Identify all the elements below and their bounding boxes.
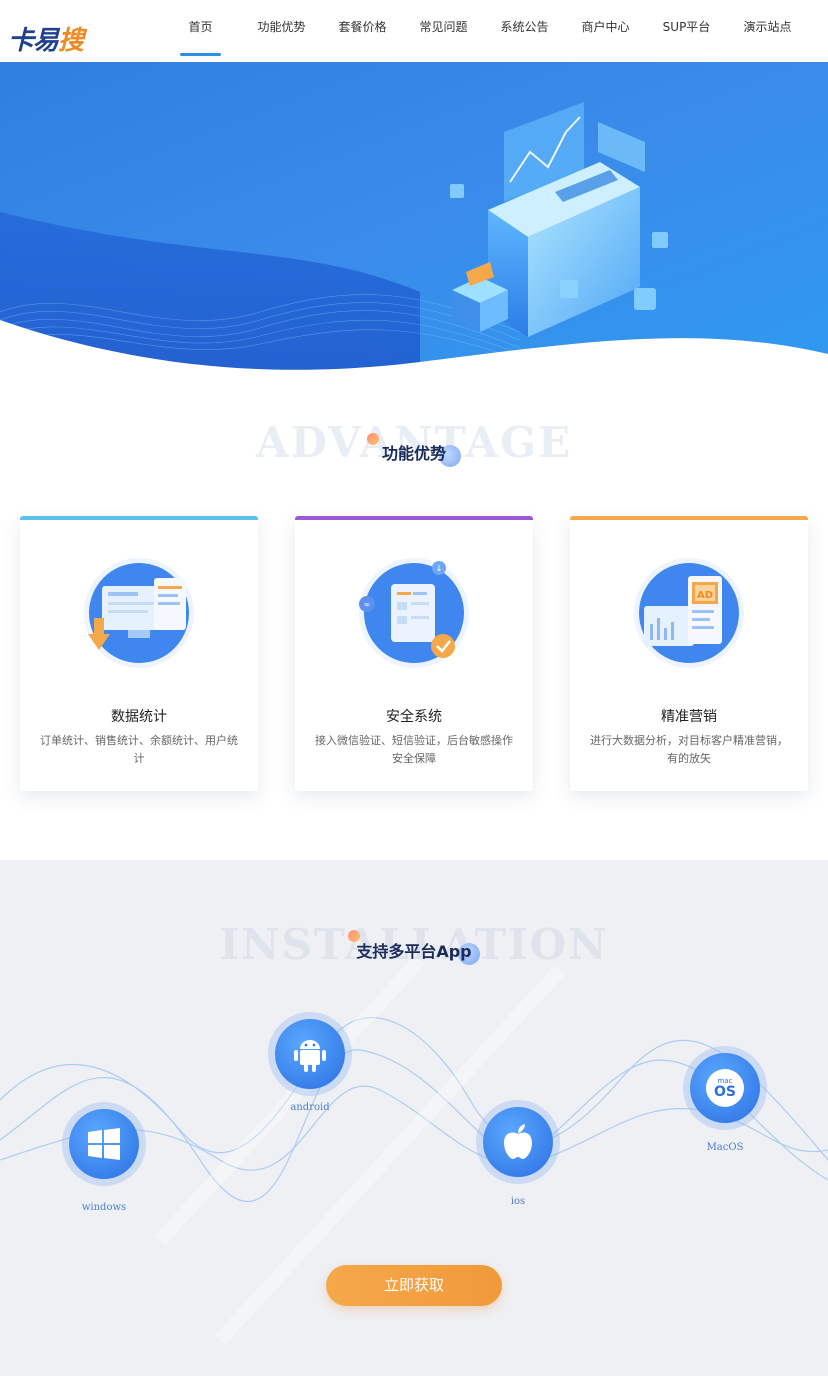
platform-android[interactable]: android [268,1012,352,1113]
nav-home[interactable]: 首页 [160,0,241,56]
apple-icon [483,1107,553,1177]
nav-announcements[interactable]: 系统公告 [484,0,565,56]
nav-faq[interactable]: 常见问题 [403,0,484,56]
brand-logo[interactable]: 卡易搜 [8,20,84,56]
advantage-section-title: 功能优势 [381,444,446,463]
platform-macos-ring: mac OS [683,1046,767,1130]
svg-text:∞: ∞ [364,600,371,609]
windows-icon [69,1109,139,1179]
platform-label: ios [510,1196,526,1207]
main-menu: 首页 功能优势 套餐价格 常见问题 系统公告 商户中心 SUP平台 演示站点 [160,0,808,62]
svg-text:AD: AD [697,590,713,601]
feature-card-security[interactable]: ∞ ↓ 安全系统 接入微信验证、短信验证，后台敏感操作安全保障 [295,516,533,791]
card-title: 精准营销 [661,709,717,725]
card-accent-bar [570,516,808,520]
hero-banner [0,62,828,382]
card-title: 数据统计 [111,709,167,725]
card-description: 进行大数据分析，对目标客户精准营销，有的放矢 [590,734,788,765]
platform-macos[interactable]: mac OS MacOS [683,1046,767,1153]
installation-section-title: 支持多平台App [356,942,472,961]
platform-label: windows [81,1202,127,1213]
nav-sup-platform[interactable]: SUP平台 [646,0,727,56]
macos-icon-big-text: OS [714,1083,736,1100]
card-description: 接入微信验证、短信验证，后台敏感操作安全保障 [315,734,513,765]
logo-text-primary: 卡易 [8,25,59,56]
platform-windows[interactable]: windows [62,1102,146,1213]
platform-label: android [290,1102,330,1113]
platform-ios[interactable]: ios [476,1100,560,1207]
macos-icon: mac OS [690,1053,760,1123]
platform-ios-ring [476,1100,560,1184]
android-icon [275,1019,345,1089]
platform-android-ring [268,1012,352,1096]
top-navbar: 卡易搜 首页 功能优势 套餐价格 常见问题 系统公告 商户中心 SUP平台 演示… [0,0,828,62]
security-system-icon: ∞ ↓ [359,558,469,668]
get-now-button[interactable]: 立即获取 [326,1265,502,1306]
nav-demo-site[interactable]: 演示站点 [727,0,808,56]
card-accent-bar [295,516,533,520]
feature-card-stats[interactable]: 数据统计 订单统计、销售统计、余额统计、用户统计 [20,516,258,791]
card-description: 订单统计、销售统计、余额统计、用户统计 [40,734,238,765]
precision-marketing-icon: AD [634,558,744,668]
nav-pricing[interactable]: 套餐价格 [322,0,403,56]
card-accent-bar [20,516,258,520]
platform-label: MacOS [706,1142,744,1153]
data-stats-icon [84,558,194,668]
hero-illustration [0,62,828,382]
nav-merchant-center[interactable]: 商户中心 [565,0,646,56]
nav-features[interactable]: 功能优势 [241,0,322,56]
card-title: 安全系统 [386,709,442,725]
feature-card-marketing[interactable]: AD 精准营销 进行大数据分析，对目标客户精准营销，有的放矢 [570,516,808,791]
platform-windows-ring [62,1102,146,1186]
logo-text-accent: 搜 [58,25,84,56]
svg-text:↓: ↓ [436,564,443,573]
